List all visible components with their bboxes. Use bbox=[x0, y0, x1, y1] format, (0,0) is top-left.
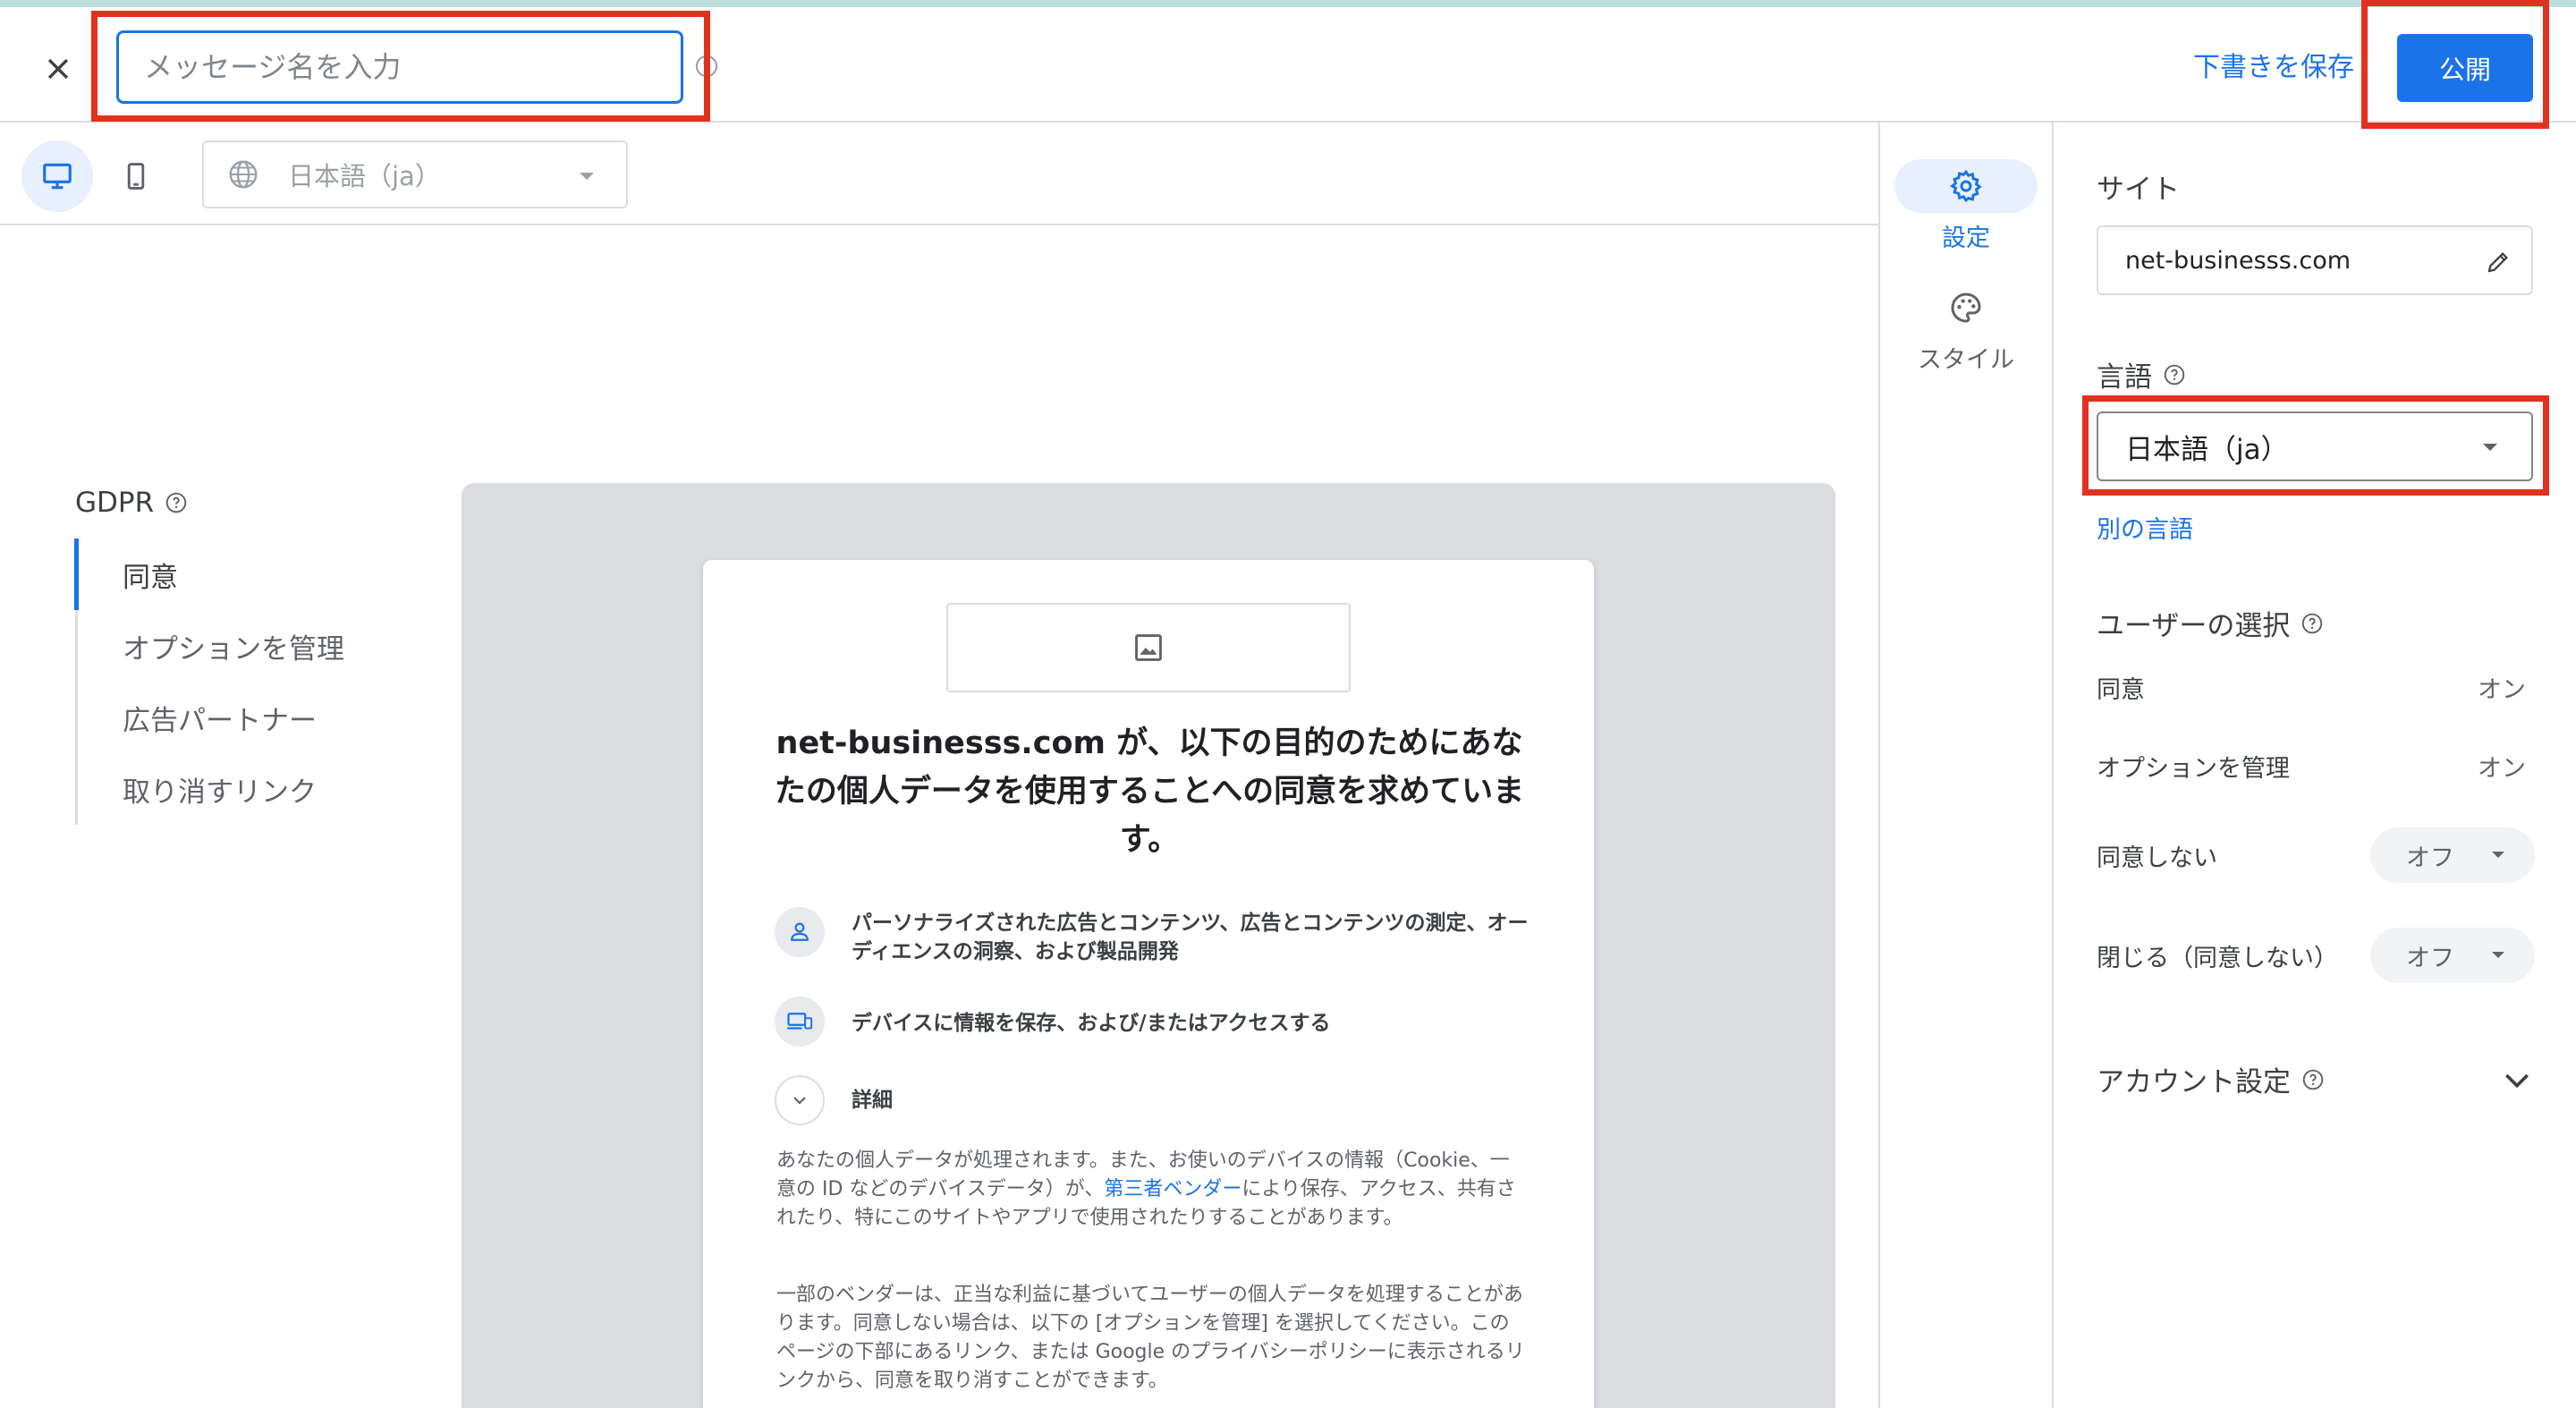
mobile-icon bbox=[127, 163, 145, 190]
account-settings-label: アカウント設定 bbox=[2097, 1066, 2291, 1098]
gdpr-nav-label: 同意 bbox=[123, 561, 178, 594]
other-language-link[interactable]: 別の言語 bbox=[2097, 510, 2193, 545]
purpose-text: パーソナライズされた広告とコンテンツ、広告とコンテンツの測定、オーディエンスの洞… bbox=[852, 912, 1529, 963]
help-icon[interactable] bbox=[2301, 1068, 2325, 1091]
consent-body-paragraph: 一部のベンダーは、正当な利益に基づいてユーザーの個人データを処理することがありま… bbox=[776, 1284, 1525, 1392]
gdpr-nav-item-manage-options[interactable]: オプションを管理 bbox=[78, 610, 370, 682]
details-toggle[interactable]: 詳細 bbox=[775, 1075, 1544, 1125]
gdpr-nav-item-consent[interactable]: 同意 bbox=[74, 539, 370, 610]
choice-row-do-not-consent: 同意しない オフ bbox=[2097, 827, 2535, 883]
language-label: 言語 bbox=[2097, 354, 2186, 394]
desktop-icon bbox=[43, 163, 72, 190]
logo-placeholder[interactable] bbox=[946, 603, 1351, 692]
mobile-view-button[interactable] bbox=[100, 140, 172, 212]
rail-item-style[interactable]: スタイル bbox=[1894, 281, 2038, 375]
gear-icon bbox=[1949, 169, 1982, 203]
close-toggle-select[interactable]: オフ bbox=[2370, 928, 2535, 983]
choice-row-manage-options: オプションを管理 オン bbox=[2097, 739, 2535, 793]
purpose-item: デバイスに情報を保存、および/またはアクセスする bbox=[775, 997, 1544, 1047]
choice-row-close: 閉じる（同意しない） オフ bbox=[2097, 928, 2535, 983]
choice-value: オン bbox=[2478, 675, 2526, 704]
user-choice-label-text: ユーザーの選択 bbox=[2097, 610, 2291, 642]
pencil-icon[interactable] bbox=[2485, 249, 2512, 276]
close-button[interactable] bbox=[36, 47, 80, 91]
divider-preview-rail bbox=[1878, 123, 1880, 1408]
save-draft-link[interactable]: 下書きを保存 bbox=[2193, 45, 2354, 84]
language-select[interactable]: 日本語（ja） bbox=[2097, 411, 2533, 481]
chevron-down-icon bbox=[775, 1075, 825, 1125]
third-party-vendors-link[interactable]: 第三者ベンダー bbox=[1104, 1178, 1241, 1200]
top-accent-strip bbox=[0, 0, 2576, 7]
gdpr-nav-label: オプションを管理 bbox=[123, 632, 344, 666]
choice-row-consent: 同意 オン bbox=[2097, 660, 2535, 714]
gdpr-title-text: GDPR bbox=[75, 487, 155, 519]
chevron-down-icon[interactable] bbox=[2499, 1062, 2535, 1098]
site-label: サイト bbox=[2097, 166, 2180, 207]
choice-value: オン bbox=[2478, 754, 2526, 783]
help-icon[interactable] bbox=[165, 491, 188, 514]
chevron-down-icon bbox=[2492, 952, 2504, 958]
header-bar: 下書きを保存 公開 bbox=[0, 7, 2576, 123]
image-icon bbox=[1135, 634, 1162, 661]
rail-label: スタイル bbox=[1918, 346, 2014, 374]
message-name-input[interactable] bbox=[116, 30, 683, 104]
chevron-down-icon bbox=[2483, 444, 2497, 451]
consent-message-card: net-businesss.com が、以下の目的のためにあなたの個人データを使… bbox=[703, 560, 1594, 1408]
divider-rail-panel bbox=[2052, 123, 2054, 1408]
publish-button[interactable]: 公開 bbox=[2397, 34, 2533, 102]
choice-label: 閉じる（同意しない） bbox=[2097, 944, 2338, 972]
rail-item-settings[interactable]: 設定 bbox=[1894, 159, 2038, 253]
language-value: 日本語（ja） bbox=[2125, 433, 2289, 466]
close-icon bbox=[47, 58, 69, 80]
user-choice-label: ユーザーの選択 bbox=[2097, 603, 2324, 643]
site-value: net-businesss.com bbox=[2125, 246, 2351, 275]
choice-value: オフ bbox=[2406, 944, 2454, 972]
choice-value: オフ bbox=[2406, 844, 2454, 872]
gdpr-nav-item-revoke-link[interactable]: 取り消すリンク bbox=[78, 753, 370, 825]
purpose-item: パーソナライズされた広告とコンテンツ、広告とコンテンツの測定、オーディエンスの洞… bbox=[775, 907, 1544, 966]
purpose-text: デバイスに情報を保存、および/またはアクセスする bbox=[852, 1012, 1331, 1035]
language-label-text: 言語 bbox=[2097, 361, 2152, 394]
gdpr-title: GDPR bbox=[75, 487, 188, 519]
preview-language-value: 日本語（ja） bbox=[288, 161, 441, 191]
globe-icon bbox=[229, 160, 258, 189]
account-settings-row[interactable]: アカウント設定 bbox=[2097, 1059, 2535, 1099]
preview-language-select: 日本語（ja） bbox=[202, 140, 628, 208]
do-not-consent-toggle-select[interactable]: オフ bbox=[2370, 827, 2535, 883]
desktop-view-button[interactable] bbox=[21, 140, 93, 212]
consent-body-paragraph: あなたの個人データが処理されます。また、お使いのデバイスの情報（Cookie、一… bbox=[776, 1147, 1528, 1233]
site-label-text: サイト bbox=[2097, 174, 2180, 206]
choice-label: 同意しない bbox=[2097, 844, 2217, 872]
gdpr-nav-label: 取り消すリンク bbox=[123, 776, 317, 809]
gdpr-nav-item-ad-partners[interactable]: 広告パートナー bbox=[78, 682, 370, 753]
gdpr-nav-label: 広告パートナー bbox=[123, 704, 317, 737]
chevron-down-icon bbox=[580, 173, 594, 180]
rail-label: 設定 bbox=[1942, 225, 1990, 252]
gdpr-nav: 同意 オプションを管理 広告パートナー 取り消すリンク bbox=[74, 539, 370, 825]
palette-icon bbox=[1951, 293, 1981, 323]
chevron-down-icon bbox=[2492, 852, 2504, 858]
devices-icon bbox=[775, 997, 825, 1047]
person-icon bbox=[775, 907, 825, 957]
site-field[interactable]: net-businesss.com bbox=[2097, 225, 2533, 295]
help-icon[interactable] bbox=[2301, 612, 2324, 635]
details-label: 詳細 bbox=[852, 1089, 893, 1112]
help-icon[interactable] bbox=[694, 54, 719, 82]
choice-label: 同意 bbox=[2097, 675, 2145, 704]
help-icon[interactable] bbox=[2163, 363, 2186, 386]
preview-toolbar: 日本語（ja） bbox=[0, 123, 1878, 225]
consent-title: net-businesss.com が、以下の目的のためにあなたの個人データを使… bbox=[774, 725, 1525, 858]
choice-label: オプションを管理 bbox=[2097, 754, 2290, 783]
